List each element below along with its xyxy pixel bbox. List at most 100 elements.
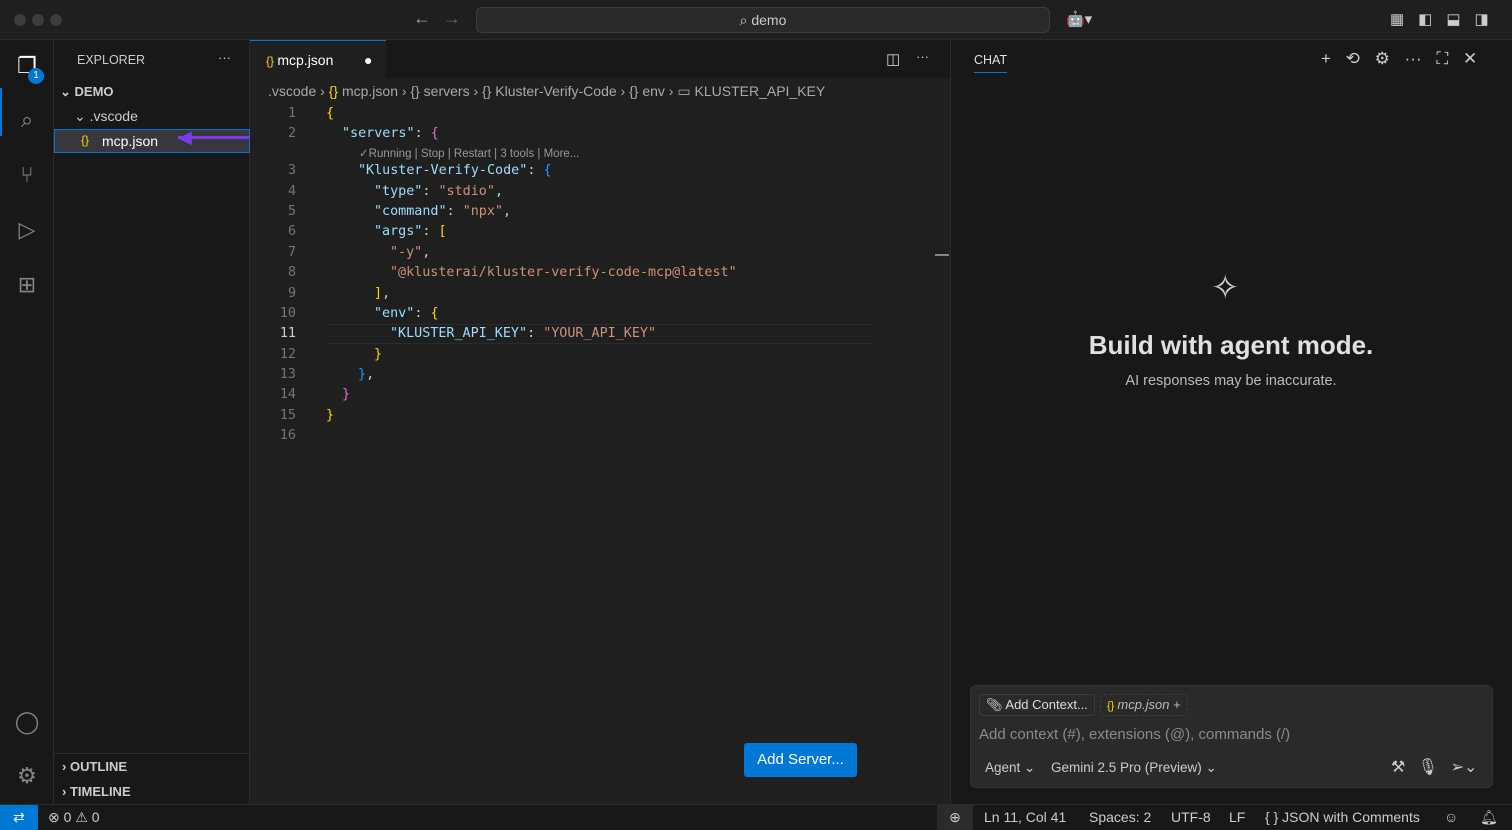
breadcrumb-item[interactable]: servers <box>424 83 470 99</box>
scrollbar-marker[interactable] <box>935 254 949 256</box>
chat-sparkle-icon: ✧ <box>1211 269 1240 307</box>
line-number: 11 <box>279 326 296 341</box>
breadcrumb-item[interactable]: Kluster-Verify-Code <box>495 83 616 99</box>
line-number: 14 <box>279 387 296 402</box>
notifications-bell-icon[interactable]: 🔔︎ <box>1480 805 1498 830</box>
split-editor-icon[interactable]: ◫ <box>886 50 900 68</box>
breadcrumb-item[interactable]: env <box>642 83 665 99</box>
code-line: "servers": { <box>342 126 439 141</box>
mode-dropdown[interactable]: Agent ⌄ <box>985 760 1035 776</box>
active-indicator <box>0 88 2 136</box>
folder-vscode[interactable]: ⌄ .vscode <box>74 108 138 125</box>
copilot-status-icon[interactable]: ☺ <box>1444 805 1458 830</box>
code-line: "-y", <box>390 245 431 260</box>
context-file-chip[interactable]: {} mcp.json + <box>1100 694 1188 716</box>
microphone-icon[interactable]: 🎙︎ <box>1418 759 1438 776</box>
source-control-icon[interactable]: ⑂ <box>13 161 41 189</box>
chat-input[interactable]: Add context (#), extensions (@), command… <box>979 726 1290 743</box>
maximize-window-button[interactable] <box>50 14 62 26</box>
line-number: 2 <box>287 126 296 141</box>
folder-demo[interactable]: ⌄ DEMO <box>60 84 114 100</box>
timeline-section[interactable]: › TIMELINE <box>62 784 131 799</box>
add-server-button[interactable]: Add Server... <box>744 743 857 777</box>
minimize-window-button[interactable] <box>32 14 44 26</box>
json-icon: {} <box>328 83 339 99</box>
editor-area <box>250 40 950 804</box>
encoding[interactable]: UTF-8 <box>1171 805 1211 830</box>
tools-icon[interactable]: ⚒ <box>1391 759 1405 776</box>
explorer-title: EXPLORER <box>77 53 146 67</box>
remote-icon[interactable]: ⇄ <box>0 805 38 830</box>
search-icon[interactable]: ⌕ <box>13 106 41 134</box>
close-icon[interactable]: ✕ <box>1463 49 1477 68</box>
chat-input-box: 📎︎ Add Context... {} mcp.json + Add cont… <box>970 685 1493 788</box>
plus-icon[interactable]: + <box>1173 697 1181 712</box>
breadcrumb: .vscode › {} mcp.json › {} servers › {} … <box>268 83 826 99</box>
tab-mcp-json[interactable]: {} mcp.json ● <box>250 40 386 78</box>
more-actions-icon[interactable]: ··· <box>218 50 231 65</box>
run-debug-icon[interactable]: ▷ <box>13 216 41 244</box>
json-file-icon: {} <box>266 54 278 68</box>
line-number: 10 <box>279 306 296 321</box>
extensions-icon[interactable]: ⊞ <box>13 271 41 299</box>
chat-tab[interactable]: CHAT <box>974 53 1008 73</box>
breadcrumb-item[interactable]: mcp.json <box>342 83 398 99</box>
settings-gear-icon[interactable]: ⚙ <box>13 762 41 790</box>
end-of-line[interactable]: LF <box>1229 805 1245 830</box>
more-actions-icon[interactable]: ··· <box>1405 49 1422 68</box>
new-chat-icon[interactable]: + <box>1321 49 1331 68</box>
code-line: } <box>342 387 351 402</box>
model-dropdown[interactable]: Gemini 2.5 Pro (Preview) ⌄ <box>1051 760 1217 776</box>
error-icon: ⊗ <box>48 809 60 825</box>
code-line: "args": [ <box>374 224 447 239</box>
more-actions-icon[interactable]: ··· <box>916 49 929 64</box>
explorer-badge: 1 <box>28 68 44 84</box>
line-number: 8 <box>287 265 296 280</box>
problems-indicator[interactable]: ⊗ 0 ⚠ 0 <box>48 805 100 830</box>
code-line: "command": "npx", <box>374 204 512 219</box>
outline-section[interactable]: › OUTLINE <box>62 759 127 774</box>
arrow-head-icon: ◀ <box>178 127 192 147</box>
back-arrow-icon[interactable]: ← <box>413 8 431 29</box>
indentation[interactable]: Spaces: 2 <box>1089 805 1151 830</box>
settings-gear-icon[interactable]: ⚙ <box>1375 49 1390 68</box>
history-icon[interactable]: ⟲ <box>1346 49 1360 68</box>
command-center-search[interactable]: ⌕ demo <box>476 7 1050 33</box>
maximize-icon[interactable]: ⛶ <box>1436 49 1448 68</box>
warning-icon: ⚠ <box>75 809 88 825</box>
chat-heading: Build with agent mode. <box>1088 330 1374 360</box>
language-mode[interactable]: { } JSON with Comments <box>1265 805 1420 830</box>
code-line: "env": { <box>374 306 439 321</box>
breadcrumb-item[interactable]: KLUSTER_API_KEY <box>695 83 826 99</box>
chat-subtitle: AI responses may be inaccurate. <box>1125 373 1337 389</box>
code-line: "Kluster-Verify-Code": { <box>358 163 552 178</box>
unsaved-dot-icon[interactable]: ● <box>364 41 372 79</box>
line-number: 5 <box>287 204 296 219</box>
line-number: 15 <box>279 408 296 423</box>
divider <box>54 753 250 754</box>
close-window-button[interactable] <box>14 14 26 26</box>
zoom-icon[interactable]: ⊕ <box>937 805 973 830</box>
code-line: { <box>326 106 335 121</box>
line-number: 13 <box>279 367 296 382</box>
tab-bar: {} mcp.json ● ◫ ··· <box>250 40 950 78</box>
copilot-icon[interactable]: 🤖▾ <box>1066 10 1092 28</box>
send-icon[interactable]: ➢⌄ <box>1451 759 1478 776</box>
file-mcp-json[interactable]: {} mcp.json <box>54 129 250 153</box>
account-icon[interactable]: ◯ <box>13 708 41 736</box>
forward-arrow-icon[interactable]: → <box>443 8 461 29</box>
code-line: "type": "stdio", <box>374 184 503 199</box>
line-number: 16 <box>279 428 296 443</box>
cursor-position[interactable]: Ln 11, Col 41 <box>984 805 1066 830</box>
string-icon: ▭ <box>677 83 691 99</box>
chat-toolbar: + ⟲ ⚙ ··· ⛶ ✕ <box>1321 49 1477 69</box>
breadcrumb-item[interactable]: .vscode <box>268 83 316 99</box>
paperclip-icon: 📎︎ <box>986 697 1006 712</box>
code-line: }, <box>358 367 375 382</box>
mcp-server-codelens[interactable]: ✓Running | Stop | Restart | 3 tools | Mo… <box>359 146 579 160</box>
title-bar: ← → ⌕ demo 🤖▾ ▦◧⬓◨ <box>0 0 1512 40</box>
add-context-button[interactable]: 📎︎ Add Context... <box>979 694 1095 716</box>
line-number: 6 <box>287 224 296 239</box>
layout-toggles[interactable]: ▦◧⬓◨ <box>1390 10 1503 28</box>
line-number: 1 <box>287 106 296 121</box>
